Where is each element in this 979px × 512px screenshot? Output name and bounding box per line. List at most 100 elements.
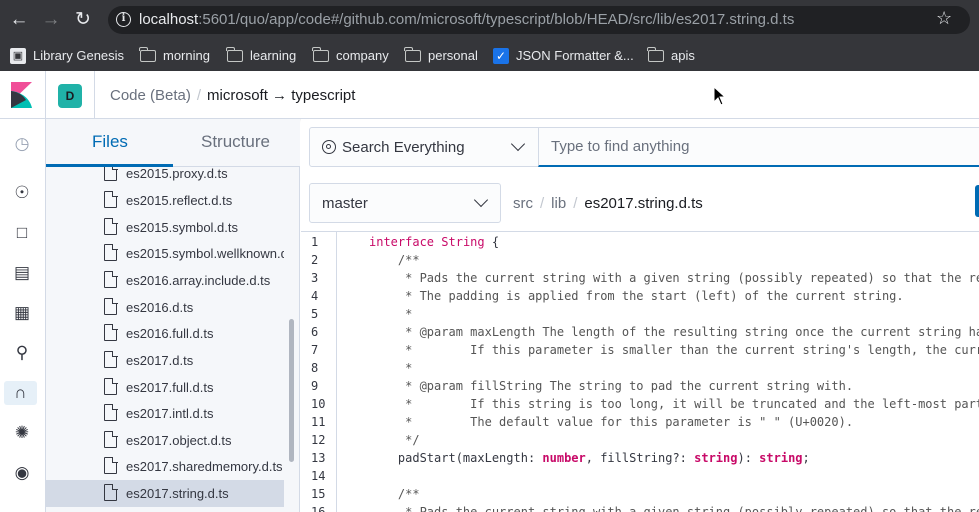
bookmark-morning[interactable]: morning — [139, 44, 210, 67]
file-icon — [104, 167, 118, 181]
bookmark-label: personal — [428, 48, 478, 63]
file-name: es2015.proxy.d.ts — [126, 167, 228, 181]
file-item[interactable]: es2015.symbol.d.ts — [46, 214, 284, 241]
bookmark-label: learning — [250, 48, 297, 63]
code-icon[interactable]: ∩ — [4, 381, 37, 405]
file-icon — [104, 217, 118, 235]
bookmark-personal[interactable]: personal — [404, 44, 478, 67]
visualize-icon[interactable]: □ — [10, 221, 34, 245]
line-number: 14 — [311, 469, 326, 483]
file-name: es2017.sharedmemory.d.ts — [126, 459, 283, 474]
file-icon — [104, 297, 118, 315]
chevron-down-icon — [510, 136, 526, 152]
breadcrumb-repo: microsoft → typescript — [207, 87, 356, 104]
search-input[interactable] — [538, 127, 979, 167]
file-item[interactable]: es2015.reflect.d.ts — [46, 187, 284, 214]
space-avatar[interactable]: D — [58, 84, 82, 108]
file-icon — [104, 190, 118, 208]
bookmark-json-formatter[interactable]: ✓ JSON Formatter &... — [493, 44, 634, 67]
back-icon[interactable]: ← — [8, 9, 30, 31]
folder-icon — [139, 46, 156, 62]
bookmark-library-genesis[interactable]: ▣ Library Genesis — [10, 44, 124, 67]
file-name: es2015.symbol.wellknown.d.ts — [126, 246, 284, 261]
branch-select[interactable]: master — [309, 183, 501, 223]
maps-icon[interactable]: ⚲ — [10, 341, 34, 365]
line-number: 11 — [311, 415, 326, 429]
line-number: 7 — [311, 343, 319, 357]
search-scope-select[interactable]: Search Everything — [309, 127, 539, 167]
code-line: * If this parameter is smaller than the … — [369, 343, 979, 357]
info-icon[interactable]: i — [116, 12, 131, 27]
code-viewer[interactable]: 1 2 3 4 5 6 7 8 9 10 11 12 13 14 15 16 interface String… — [301, 231, 979, 512]
folder-icon — [404, 46, 421, 62]
clock-icon[interactable]: ◷ — [10, 132, 34, 156]
file-item[interactable]: es2015.symbol.wellknown.d.ts — [46, 240, 284, 267]
bookmark-apis[interactable]: apis — [647, 44, 695, 67]
dashboard-icon[interactable]: ▤ — [10, 261, 34, 285]
divider — [45, 71, 46, 119]
path-segment-lib[interactable]: lib — [551, 195, 566, 212]
file-icon — [104, 350, 118, 368]
folder-icon — [647, 46, 664, 62]
reload-icon[interactable]: ↻ — [72, 9, 94, 31]
bookmark-label: company — [336, 48, 389, 63]
breadcrumb-app[interactable]: Code (Beta) — [110, 87, 191, 104]
ml-icon[interactable]: ✺ — [10, 421, 34, 445]
browser-toolbar: ← → ↻ i localhost:5601/quo/app/code#/git… — [0, 0, 979, 40]
tab-structure[interactable]: Structure — [201, 132, 270, 152]
file-item-selected[interactable]: es2017.string.d.ts — [46, 480, 284, 507]
file-name: es2015.reflect.d.ts — [126, 193, 233, 208]
star-icon[interactable]: ☆ — [936, 8, 952, 29]
bookmark-company[interactable]: company — [312, 44, 389, 67]
file-item[interactable]: es2016.array.include.d.ts — [46, 267, 284, 294]
file-name: es2016.d.ts — [126, 300, 194, 315]
kibana-logo-icon[interactable] — [8, 82, 34, 108]
side-nav: ◷ ☉ □ ▤ ▦ ⚲ ∩ ✺ ◉ — [0, 119, 46, 512]
line-gutter: 1 2 3 4 5 6 7 8 9 10 11 12 13 14 15 16 — [301, 232, 337, 512]
search-scope-label: Search Everything — [342, 139, 465, 156]
library-genesis-icon: ▣ — [10, 47, 26, 64]
file-item[interactable]: es2017.intl.d.ts — [46, 400, 284, 427]
code-line: /** — [369, 253, 420, 267]
compass-icon[interactable]: ☉ — [10, 181, 34, 205]
tab-files[interactable]: Files — [92, 132, 128, 152]
file-item[interactable]: es2016.d.ts — [46, 294, 284, 321]
file-name: es2017.object.d.ts — [126, 433, 232, 448]
file-item[interactable]: es2017.full.d.ts — [46, 374, 284, 401]
path-segment-src[interactable]: src — [513, 195, 533, 212]
file-icon — [104, 430, 118, 448]
file-item[interactable]: es2017.sharedmemory.d.ts — [46, 453, 284, 480]
url-text[interactable]: localhost:5601/quo/app/code#/github.com/… — [139, 11, 794, 28]
file-item[interactable]: es2017.object.d.ts — [46, 427, 284, 454]
file-name: es2017.intl.d.ts — [126, 406, 214, 421]
file-tree: es2015.proxy.d.ts es2015.reflect.d.ts es… — [46, 167, 300, 512]
line-number: 9 — [311, 379, 319, 393]
line-number: 10 — [311, 397, 326, 411]
checkbox-icon: ✓ — [493, 47, 509, 64]
bookmark-label: apis — [671, 48, 695, 63]
code-line: * Pads the current string with a given s… — [369, 271, 979, 285]
file-item[interactable]: es2017.d.ts — [46, 347, 284, 374]
infra-icon[interactable]: ◉ — [10, 461, 34, 485]
bookmark-label: morning — [163, 48, 210, 63]
action-button[interactable] — [975, 185, 979, 217]
forward-icon[interactable]: → — [40, 9, 62, 31]
file-item[interactable]: es2015.proxy.d.ts — [46, 167, 284, 187]
code-line: interface String { — [369, 235, 500, 249]
code-main: Search Everything master src / lib / es2017.… — [301, 119, 979, 512]
scrollbar[interactable] — [289, 319, 294, 462]
file-item[interactable]: es2016.full.d.ts — [46, 320, 284, 347]
canvas-icon[interactable]: ▦ — [10, 301, 34, 325]
panel-tabs: Files Structure — [46, 119, 300, 167]
file-name: es2016.full.d.ts — [126, 326, 214, 341]
code-line: * — [369, 307, 413, 321]
code-line: * @param maxLength The length of the res… — [369, 325, 979, 339]
target-icon — [322, 140, 336, 154]
line-number: 1 — [311, 235, 319, 249]
folder-icon — [226, 46, 243, 62]
bookmark-learning[interactable]: learning — [226, 44, 297, 67]
file-name: es2017.d.ts — [126, 353, 194, 368]
mouse-cursor-icon — [713, 86, 727, 106]
folder-icon — [312, 46, 329, 62]
file-name: es2016.array.include.d.ts — [126, 273, 271, 288]
